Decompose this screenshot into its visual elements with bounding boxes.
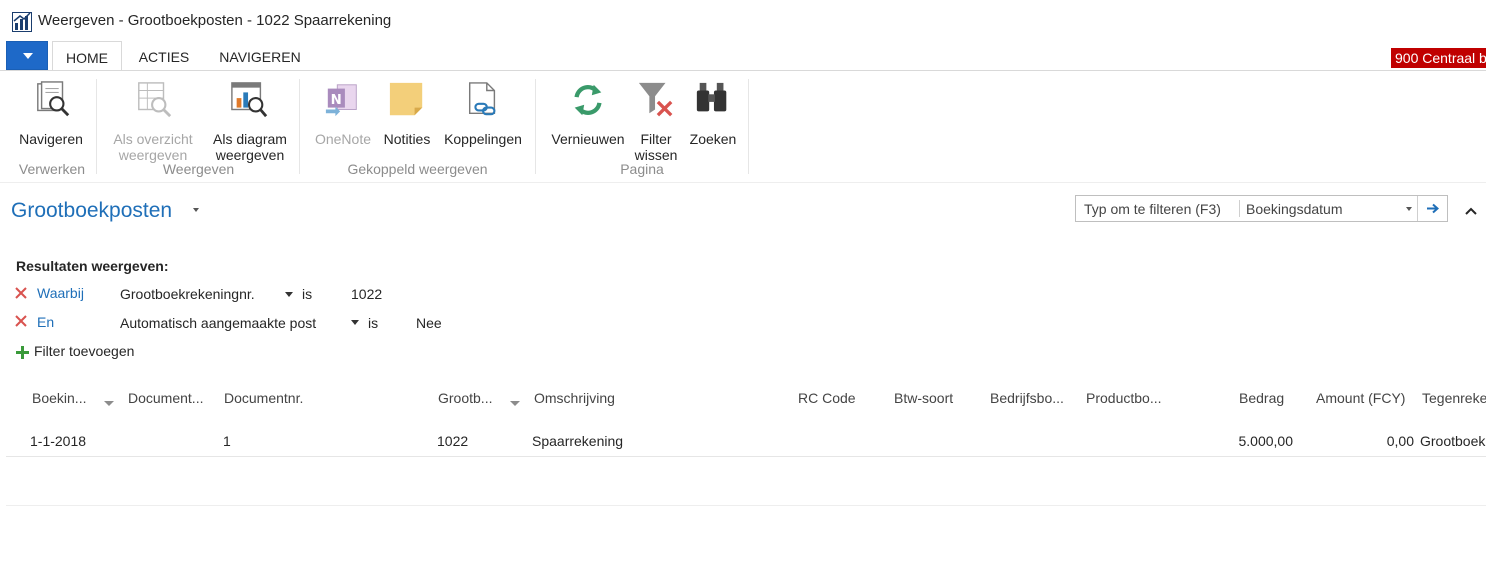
filter-value[interactable]: Nee: [416, 315, 442, 331]
clear-filter-label-1: Filter: [640, 131, 672, 147]
row-divider: [6, 456, 1486, 457]
tab-navigeren[interactable]: NAVIGEREN: [210, 41, 310, 71]
cell-grootboekrekening: 1022: [437, 433, 469, 449]
remove-filter-icon[interactable]: [15, 287, 27, 299]
notes-button[interactable]: Notities: [378, 79, 436, 159]
ribbon-separator: [748, 79, 749, 174]
binoculars-icon: [696, 82, 727, 112]
cell-bedrag: 5.000,00: [1238, 433, 1294, 449]
page-title[interactable]: Grootboekposten: [11, 199, 172, 223]
collapse-button[interactable]: [1460, 200, 1482, 222]
company-badge[interactable]: 900 Centraal b: [1391, 48, 1486, 68]
results-title: Resultaten weergeven:: [16, 258, 169, 274]
search-button[interactable]: Zoeken: [682, 79, 744, 159]
clear-filter-icon: [638, 82, 673, 117]
ribbon-group-verwerken: Navigeren Verwerken: [0, 71, 96, 182]
apply-filter-button[interactable]: [1418, 196, 1447, 221]
ribbon-group-weergeven: Als overzicht weergeven Als diagram weer…: [97, 71, 300, 182]
column-header-documentsoort[interactable]: Document...: [128, 390, 203, 406]
chevron-down-icon: [23, 53, 33, 59]
column-header-btw-soort[interactable]: Btw-soort: [894, 390, 953, 406]
filter-field-name[interactable]: Grootboekrekeningnr.: [120, 286, 255, 302]
column-header-bedrag[interactable]: Bedrag: [1239, 390, 1284, 406]
tab-home[interactable]: HOME: [52, 41, 122, 71]
group-label-verwerken: Verwerken: [18, 161, 86, 177]
sort-descending-icon[interactable]: [510, 401, 520, 406]
links-label: Koppelingen: [444, 131, 522, 147]
refresh-button[interactable]: Vernieuwen: [546, 79, 630, 159]
onenote-button[interactable]: N OneNote: [310, 79, 376, 159]
onenote-label: OneNote: [314, 131, 372, 147]
arrow-right-icon: [1427, 203, 1440, 214]
group-label-weergeven: Weergeven: [162, 161, 235, 177]
search-label: Zoeken: [689, 131, 737, 147]
refresh-label: Vernieuwen: [551, 131, 625, 147]
column-header-documentnr[interactable]: Documentnr.: [224, 390, 303, 406]
onenote-icon: N: [325, 84, 357, 117]
cell-amount-fcy: 0,00: [1386, 433, 1414, 449]
filter-field-name[interactable]: Automatisch aangemaakte post: [120, 315, 316, 331]
chart-view-label-1: Als diagram: [213, 131, 287, 147]
table-bottom-divider: [6, 505, 1486, 506]
clear-filter-button[interactable]: Filter wissen: [632, 79, 680, 163]
chart-view-button[interactable]: Als diagram weergeven: [202, 79, 298, 163]
window-title: Weergeven - Grootboekposten - 1022 Spaar…: [38, 12, 392, 29]
chevron-down-icon[interactable]: [193, 208, 199, 212]
filter-field-select[interactable]: Boekingsdatum: [1246, 201, 1343, 217]
cell-omschrijving: Spaarrekening: [532, 433, 624, 449]
notes-label: Notities: [383, 131, 431, 147]
column-header-productboekingsgroep[interactable]: Productbo...: [1086, 390, 1162, 406]
ribbon-divider: [0, 182, 1486, 183]
navigate-icon: [37, 81, 70, 117]
chevron-down-icon[interactable]: [285, 292, 293, 297]
add-filter-button[interactable]: Filter toevoegen: [34, 343, 134, 359]
filter-divider: [1239, 200, 1240, 217]
list-view-label-1: Als overzicht: [113, 131, 193, 147]
ribbon-group-pagina: Vernieuwen Filter wissen Zoeken Pagina: [536, 71, 748, 182]
ribbon-group-gekoppeld-weergeven: N OneNote Notities Koppelingen Gekoppeld…: [300, 71, 535, 182]
links-icon: [468, 82, 496, 116]
column-header-amount-fcy[interactable]: Amount (FCY): [1316, 390, 1405, 406]
filter-conjunction[interactable]: Waarbij: [37, 285, 84, 301]
filter-conjunction[interactable]: En: [37, 314, 54, 330]
filter-input[interactable]: Typ om te filteren (F3): [1084, 201, 1221, 217]
filter-operator: is: [368, 315, 379, 331]
title-bar: Weergeven - Grootboekposten - 1022 Spaar…: [0, 0, 1486, 40]
sort-descending-icon[interactable]: [104, 401, 114, 406]
chevron-up-icon: [1465, 207, 1477, 215]
tab-acties[interactable]: ACTIES: [130, 41, 198, 71]
links-button[interactable]: Koppelingen: [438, 79, 528, 159]
quick-filter: Typ om te filteren (F3) Boekingsdatum: [1075, 195, 1448, 222]
list-view-icon: [138, 82, 172, 118]
filter-value[interactable]: 1022: [351, 286, 382, 302]
chart-view-icon: [231, 82, 268, 118]
filter-operator: is: [302, 286, 313, 302]
cell-documentnr: 1: [223, 433, 231, 449]
cell-boekingsdatum: 1-1-2018: [30, 433, 87, 449]
navigate-button[interactable]: Navigeren: [10, 79, 92, 159]
group-label-gekoppeld: Gekoppeld weergeven: [347, 161, 488, 177]
notes-icon: [389, 82, 423, 116]
column-header-rc-code[interactable]: RC Code: [798, 390, 856, 406]
plus-icon[interactable]: [16, 346, 29, 359]
column-header-boekingsdatum[interactable]: Boekin...: [32, 390, 86, 406]
refresh-icon: [574, 84, 602, 116]
remove-filter-icon[interactable]: [15, 315, 27, 327]
navigate-label: Navigeren: [19, 131, 83, 147]
column-header-tegenrekening[interactable]: Tegenreke: [1422, 390, 1486, 406]
app-menu-button[interactable]: [6, 41, 48, 70]
column-header-bedrijfsboekingsgroep[interactable]: Bedrijfsbo...: [990, 390, 1064, 406]
column-header-omschrijving[interactable]: Omschrijving: [534, 390, 615, 406]
chevron-down-icon[interactable]: [1406, 207, 1412, 211]
svg-text:N: N: [331, 93, 342, 108]
cell-tegenrekening: Grootboek: [1420, 433, 1486, 449]
chevron-down-icon[interactable]: [351, 320, 359, 325]
list-view-button[interactable]: Als overzicht weergeven: [105, 79, 201, 163]
app-logo-icon: [12, 12, 32, 32]
group-label-pagina: Pagina: [620, 161, 664, 177]
column-header-grootboekrekening[interactable]: Grootb...: [438, 390, 492, 406]
